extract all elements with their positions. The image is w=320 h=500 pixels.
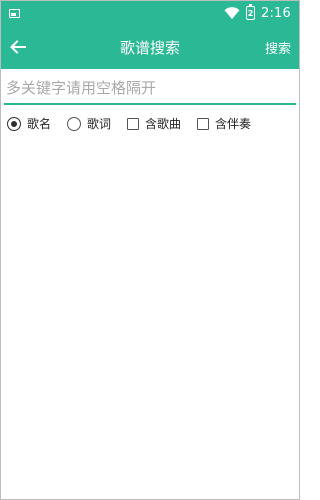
checkbox-icon[interactable] <box>127 117 140 130</box>
gallery-icon <box>9 8 20 18</box>
search-button[interactable]: 搜索 <box>265 38 299 57</box>
option-label: 歌名 <box>27 117 52 131</box>
radio-checked-icon[interactable] <box>7 116 21 131</box>
status-left <box>9 8 20 18</box>
wifi-icon <box>224 7 240 19</box>
status-time: 2:16 <box>261 5 291 21</box>
option-label: 含歌曲 <box>145 117 182 131</box>
radio-unchecked-icon[interactable] <box>67 116 82 131</box>
page-title: 歌谱搜索 <box>119 38 180 57</box>
option-lyrics[interactable]: 歌词 <box>67 115 111 132</box>
toolbar: 歌谱搜索 搜索 <box>1 25 299 69</box>
battery-icon: 2 <box>246 4 255 20</box>
search-area <box>1 69 299 105</box>
option-label: 歌词 <box>87 117 112 131</box>
option-include-accompaniment[interactable]: 含伴奏 <box>197 115 251 132</box>
status-right: 2 2:16 <box>224 4 291 21</box>
search-input[interactable] <box>4 73 296 105</box>
search-options: 歌名 歌词 含歌曲 含伴奏 <box>1 105 299 132</box>
checkbox-icon[interactable] <box>197 117 210 130</box>
back-arrow-icon <box>10 40 26 54</box>
battery-level: 2 <box>247 8 254 18</box>
status-bar: 2 2:16 <box>1 1 299 25</box>
option-song-name[interactable]: 歌名 <box>7 115 51 132</box>
app-window: 2 2:16 歌谱搜索 搜索 歌名 歌词 含歌曲 含伴奏 <box>0 0 300 500</box>
option-label: 含伴奏 <box>215 117 252 131</box>
option-include-song[interactable]: 含歌曲 <box>127 115 181 132</box>
back-button[interactable] <box>1 25 35 69</box>
